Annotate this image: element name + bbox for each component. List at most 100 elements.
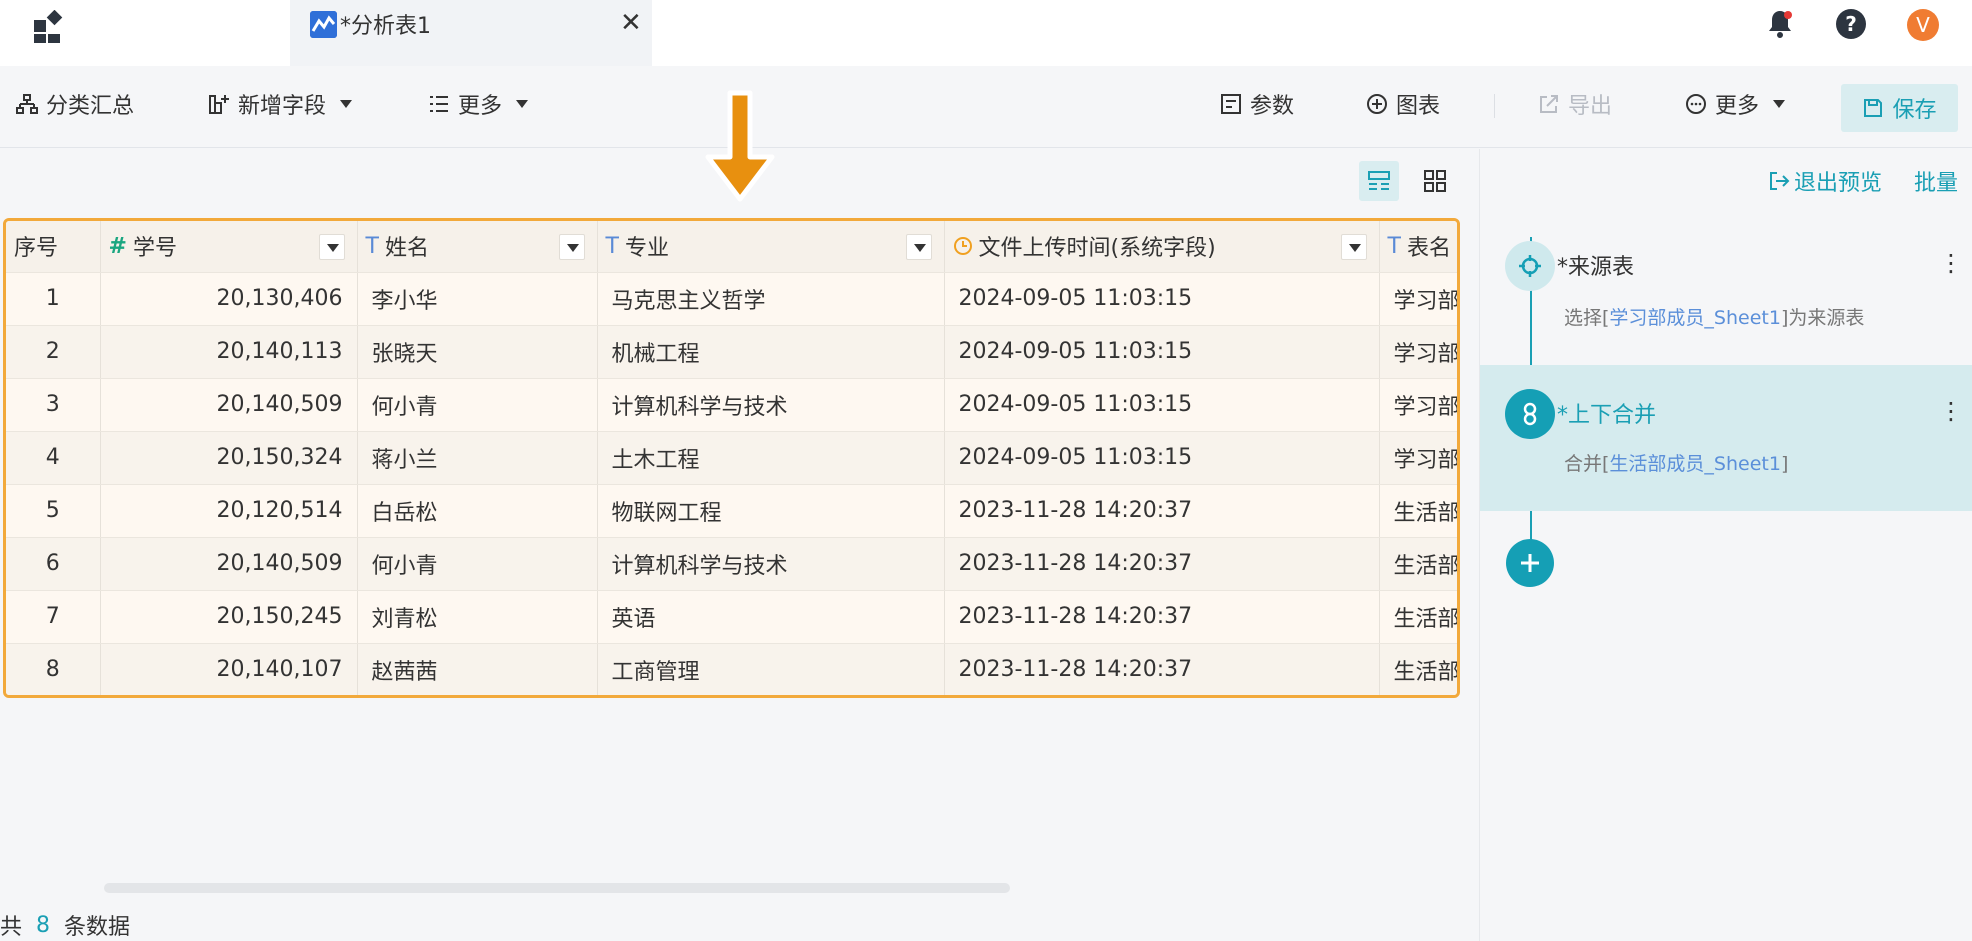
table-row[interactable]: 6 20,140,509 何小青 计算机科学与技术 2023-11-28 14:… bbox=[6, 537, 1457, 591]
app-root: *分析表1 ✕ ? V 分类汇总 新增字段 更多 参数 图表 导出 更多 保存 … bbox=[0, 0, 1972, 941]
cell-student-id: 20,120,514 bbox=[100, 484, 358, 538]
export-button[interactable]: 导出 bbox=[1538, 88, 1612, 120]
hierarchy-icon bbox=[16, 94, 38, 114]
cell-table-name: 学习部成员_Sheet1 bbox=[1379, 325, 1457, 379]
bell-icon[interactable] bbox=[1764, 8, 1796, 40]
step-source-table[interactable]: *来源表 选择[学习部成员_Sheet1]为来源表 ⋮ bbox=[1480, 237, 1972, 357]
export-icon bbox=[1540, 95, 1558, 113]
parameter-button[interactable]: 参数 bbox=[1220, 88, 1294, 120]
more-right-button[interactable]: 更多 bbox=[1685, 88, 1786, 120]
tab-analysis-table-1[interactable]: *分析表1 ✕ bbox=[290, 0, 652, 66]
save-icon bbox=[1864, 99, 1883, 117]
cell-major: 物联网工程 bbox=[597, 484, 945, 538]
user-avatar[interactable]: V bbox=[1907, 9, 1939, 41]
column-header-upload-time[interactable]: 文件上传时间(系统字段) bbox=[944, 221, 1380, 273]
table-row[interactable]: 8 20,140,107 赵茜茜 工商管理 2023-11-28 14:20:3… bbox=[6, 643, 1457, 695]
column-menu-button[interactable] bbox=[905, 234, 932, 260]
more-right-label: 更多 bbox=[1715, 94, 1760, 119]
toolbar: 分类汇总 新增字段 更多 参数 图表 导出 更多 保存 bbox=[0, 66, 1972, 148]
column-header-table-name[interactable]: T 表名 bbox=[1379, 221, 1457, 273]
cell-table-name: 学习部成员_Sheet1 bbox=[1379, 378, 1457, 432]
row-count-value: 8 bbox=[36, 912, 51, 938]
add-field-icon bbox=[209, 95, 229, 114]
link-icon bbox=[1523, 402, 1537, 426]
clock-icon bbox=[953, 237, 972, 256]
step-vertical-merge[interactable]: *上下合并 合并[生活部成员_Sheet1] ⋮ bbox=[1480, 365, 1972, 511]
cell-table-name: 学习部成员_Sheet1 bbox=[1379, 272, 1457, 326]
column-header-major[interactable]: T 专业 bbox=[597, 221, 945, 273]
cell-student-id: 20,150,324 bbox=[100, 431, 358, 485]
cell-name: 赵茜茜 bbox=[357, 643, 598, 695]
row-index: 5 bbox=[6, 484, 101, 538]
cell-student-id: 20,140,509 bbox=[100, 378, 358, 432]
column-header-label: 文件上传时间(系统字段) bbox=[978, 236, 1216, 262]
desc-prefix: 合并[ bbox=[1564, 453, 1610, 475]
source-table-link[interactable]: 学习部成员_Sheet1 bbox=[1609, 307, 1781, 329]
parameter-icon bbox=[1221, 94, 1241, 114]
app-grid-icon[interactable] bbox=[32, 10, 66, 44]
table-row[interactable]: 1 20,130,406 李小华 马克思主义哲学 2024-09-05 11:0… bbox=[6, 272, 1457, 326]
tab-title: *分析表1 bbox=[340, 14, 431, 39]
exit-preview-button[interactable]: 退出预览 bbox=[1768, 165, 1882, 197]
top-bar: *分析表1 ✕ ? V bbox=[0, 0, 1972, 66]
merge-node bbox=[1505, 389, 1555, 439]
save-label: 保存 bbox=[1892, 98, 1937, 123]
step-more-icon[interactable]: ⋮ bbox=[1939, 399, 1963, 423]
grid-view-icon bbox=[1424, 170, 1446, 192]
column-header-index[interactable]: 序号 bbox=[6, 221, 101, 273]
table-row[interactable]: 4 20,150,324 蒋小兰 土木工程 2024-09-05 11:03:1… bbox=[6, 431, 1457, 485]
horizontal-scrollbar[interactable] bbox=[104, 883, 1010, 893]
plus-circle-icon bbox=[1367, 94, 1387, 114]
cell-name: 张晓天 bbox=[357, 325, 598, 379]
text-type-icon: T bbox=[605, 233, 619, 259]
row-count-prefix: 共 bbox=[0, 915, 23, 940]
table-row[interactable]: 3 20,140,509 何小青 计算机科学与技术 2024-09-05 11:… bbox=[6, 378, 1457, 432]
column-header-name[interactable]: T 姓名 bbox=[357, 221, 598, 273]
column-menu-button[interactable] bbox=[318, 234, 345, 260]
cell-upload-time: 2023-11-28 14:20:37 bbox=[944, 484, 1380, 538]
step-more-icon[interactable]: ⋮ bbox=[1939, 251, 1963, 275]
column-menu-button[interactable] bbox=[1340, 234, 1367, 260]
cell-student-id: 20,150,245 bbox=[100, 590, 358, 644]
merge-table-link[interactable]: 生活部成员_Sheet1 bbox=[1609, 453, 1781, 475]
row-index: 8 bbox=[6, 643, 101, 695]
more-left-button[interactable]: 更多 bbox=[428, 88, 529, 120]
row-index: 2 bbox=[6, 325, 101, 379]
chart-button[interactable]: 图表 bbox=[1366, 88, 1440, 120]
add-field-button[interactable]: 新增字段 bbox=[208, 88, 353, 120]
cell-name: 刘青松 bbox=[357, 590, 598, 644]
add-step-button[interactable] bbox=[1506, 539, 1554, 587]
step-description: 选择[学习部成员_Sheet1]为来源表 bbox=[1564, 303, 1864, 330]
list-view-button[interactable] bbox=[1359, 161, 1399, 201]
cell-upload-time: 2024-09-05 11:03:15 bbox=[944, 272, 1380, 326]
column-header-student-id[interactable]: # 学号 bbox=[100, 221, 358, 273]
table-row[interactable]: 2 20,140,113 张晓天 机械工程 2024-09-05 11:03:1… bbox=[6, 325, 1457, 379]
data-table-container: 序号 # 学号 T 姓名 T 专业 文件上传时间(系统字段) T 表名 1 20… bbox=[3, 218, 1460, 698]
desc-prefix: 选择[ bbox=[1564, 307, 1610, 329]
group-summary-label: 分类汇总 bbox=[46, 94, 135, 119]
cell-upload-time: 2023-11-28 14:20:37 bbox=[944, 643, 1380, 695]
cell-upload-time: 2024-09-05 11:03:15 bbox=[944, 431, 1380, 485]
export-label: 导出 bbox=[1568, 94, 1613, 119]
column-header-label: 表名 bbox=[1406, 236, 1451, 262]
close-icon[interactable]: ✕ bbox=[620, 10, 642, 36]
grid-view-button[interactable] bbox=[1415, 161, 1455, 201]
column-header-label: 姓名 bbox=[384, 236, 429, 262]
batch-button[interactable]: 批量 bbox=[1914, 165, 1958, 197]
save-button[interactable]: 保存 bbox=[1841, 84, 1958, 132]
table-row[interactable]: 5 20,120,514 白岳松 物联网工程 2023-11-28 14:20:… bbox=[6, 484, 1457, 538]
chart-label: 图表 bbox=[1396, 94, 1441, 119]
ellipsis-circle-icon bbox=[1686, 94, 1706, 114]
cell-student-id: 20,130,406 bbox=[100, 272, 358, 326]
group-summary-button[interactable]: 分类汇总 bbox=[16, 88, 134, 120]
help-icon[interactable]: ? bbox=[1835, 8, 1867, 40]
exit-preview-label: 退出预览 bbox=[1793, 171, 1882, 196]
more-left-label: 更多 bbox=[458, 94, 503, 119]
column-header-label: 学号 bbox=[132, 236, 177, 262]
add-field-label: 新增字段 bbox=[238, 94, 327, 119]
table-row[interactable]: 7 20,150,245 刘青松 英语 2023-11-28 14:20:37 … bbox=[6, 590, 1457, 644]
row-count-footer: 共 8 条数据 bbox=[0, 909, 130, 941]
cell-student-id: 20,140,107 bbox=[100, 643, 358, 695]
cell-upload-time: 2024-09-05 11:03:15 bbox=[944, 378, 1380, 432]
column-menu-button[interactable] bbox=[558, 234, 585, 260]
